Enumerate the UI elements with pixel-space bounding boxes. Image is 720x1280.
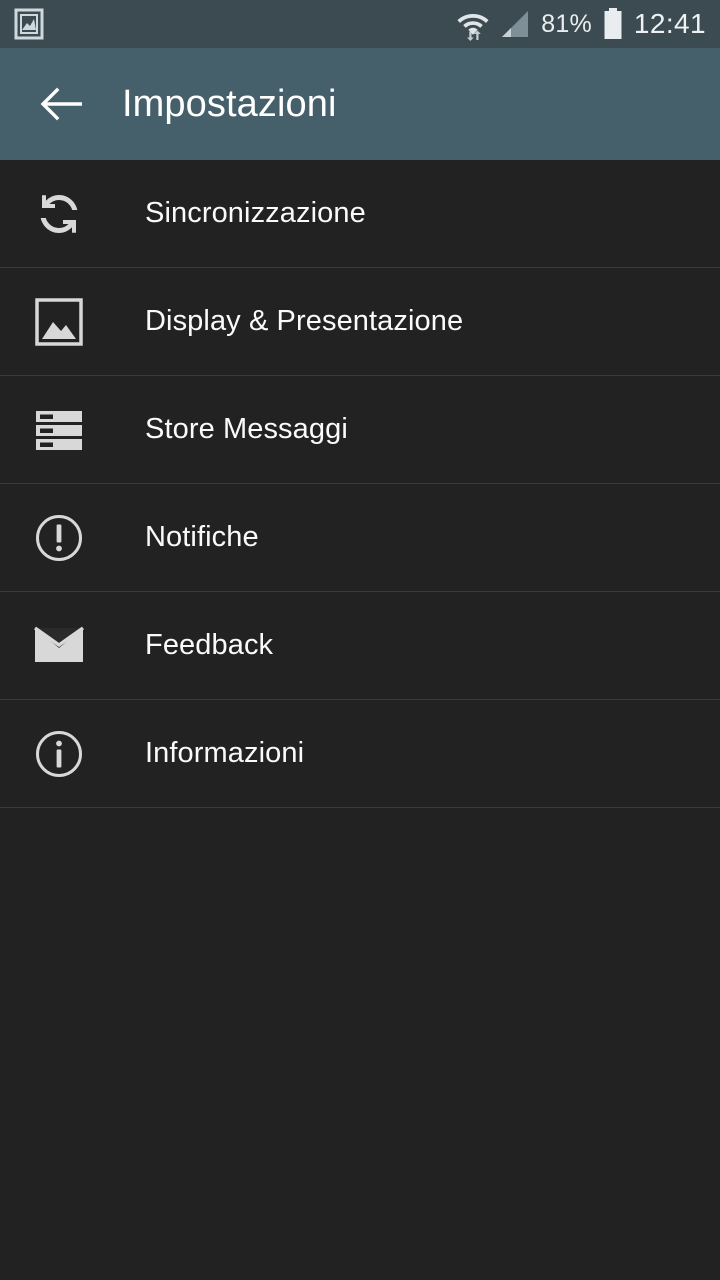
app-bar: Impostazioni — [0, 48, 720, 160]
settings-item-label: Sincronizzazione — [145, 197, 366, 229]
status-bar-indicators: 81% 12:41 — [457, 7, 706, 41]
sync-icon — [30, 185, 88, 243]
battery-icon — [603, 8, 623, 40]
info-circle-icon — [30, 725, 88, 783]
settings-list: Sincronizzazione Display & Presentazione — [0, 160, 720, 1280]
page-title: Impostazioni — [122, 83, 337, 125]
storage-icon — [30, 401, 88, 459]
settings-item-informazioni[interactable]: Informazioni — [0, 700, 720, 808]
settings-item-store-messaggi[interactable]: Store Messaggi — [0, 376, 720, 484]
image-icon — [30, 293, 88, 351]
back-button[interactable] — [34, 76, 90, 132]
settings-item-label: Store Messaggi — [145, 413, 348, 445]
status-bar-notifications — [14, 8, 44, 40]
image-notification-icon — [14, 8, 44, 40]
settings-item-label: Display & Presentazione — [145, 305, 464, 337]
cellular-signal-icon — [500, 9, 530, 39]
settings-item-sincronizzazione[interactable]: Sincronizzazione — [0, 160, 720, 268]
settings-item-notifiche[interactable]: Notifiche — [0, 484, 720, 592]
settings-item-label: Notifiche — [145, 521, 259, 553]
battery-percent-label: 81% — [541, 9, 592, 38]
mail-icon — [30, 617, 88, 675]
arrow-left-icon — [40, 86, 84, 122]
settings-item-display-presentazione[interactable]: Display & Presentazione — [0, 268, 720, 376]
status-bar: 81% 12:41 — [0, 0, 720, 48]
settings-item-label: Informazioni — [145, 737, 305, 769]
alert-circle-icon — [30, 509, 88, 567]
settings-item-feedback[interactable]: Feedback — [0, 592, 720, 700]
settings-item-label: Feedback — [145, 629, 274, 661]
status-bar-clock: 12:41 — [633, 8, 706, 39]
wifi-transfer-icon — [457, 7, 489, 41]
settings-screen: 81% 12:41 Impostazioni Sincronizzazione … — [0, 0, 720, 1280]
